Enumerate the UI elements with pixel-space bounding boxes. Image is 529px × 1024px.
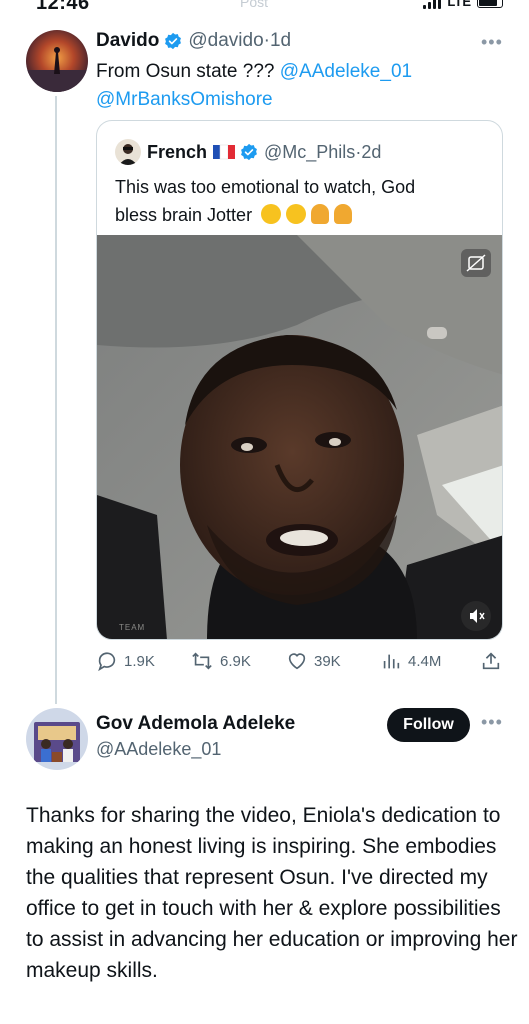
quote-verified-badge-icon [241,143,257,161]
follow-button[interactable]: Follow [387,708,470,742]
verified-badge-icon [165,32,182,50]
tweet1-time[interactable]: 1d [270,30,291,52]
quote-avatar[interactable] [115,139,141,165]
video-frame-image [97,235,502,639]
tweet2-handle[interactable]: @AAdeleke_01 [96,739,221,760]
analytics-icon [383,654,400,669]
video-watermark: ТЕАМ [119,623,146,632]
view-count: 4.4M [408,652,442,670]
status-center-label: Post [240,0,269,10]
quote-handle[interactable]: @Mc_Phils [264,142,355,163]
folded-hands-emoji-icon [311,204,330,224]
captions-off-icon [466,254,486,272]
quote-video[interactable]: ТЕАМ [97,235,502,639]
quote-time[interactable]: 2d [361,142,381,163]
quote-avatar-image [115,139,141,165]
share-button[interactable] [480,650,502,672]
tweet1-actions: 1.9K 6.9K 39K 4.4M [96,650,506,676]
avatar-adeleke[interactable] [26,708,88,770]
avatar-davido[interactable] [26,30,88,92]
reply-button[interactable]: 1.9K [96,650,155,672]
reply-count: 1.9K [124,652,155,670]
status-time: 12:46 [36,0,90,14]
tweet1-text-prefix: From Osun state ??? [96,61,280,82]
quote-text: This was too emotional to watch, God ble… [115,173,495,229]
heart-icon [288,653,306,670]
folded-hands-emoji-icon [334,204,353,224]
repost-icon [192,652,212,670]
tweet1-author-name[interactable]: Davido [96,30,159,52]
tweet1-text: From Osun state ??? @AAdeleke_01 @MrBank… [96,58,506,114]
quote-author-name[interactable]: French [147,142,207,163]
status-bar: 12:46 Post LTE [0,0,529,18]
share-icon [482,652,500,670]
reply-icon [98,652,116,672]
like-count: 39K [314,652,341,670]
quote-header: French @Mc_Phils · 2d [115,139,381,165]
avatar-image [26,30,88,92]
thread-connector-line [55,96,57,704]
network-label: LTE [447,0,471,9]
tweet2-more-icon[interactable]: ••• [481,712,503,733]
quoted-tweet-card[interactable]: French @Mc_Phils · 2d This was too emoti… [96,120,503,640]
status-indicators: LTE [423,0,503,9]
tweet2-body-text: Thanks for sharing the video, Eniola's d… [26,804,518,982]
views-button[interactable]: 4.4M [380,650,441,672]
weary-face-emoji-icon [261,204,282,224]
weary-face-emoji-icon [286,204,307,224]
battery-icon [477,0,503,8]
france-flag-icon [213,144,236,160]
quote-text-line1: This was too emotional to watch, God [115,177,416,197]
tweet1-handle[interactable]: @davido [188,30,263,52]
signal-icon [423,0,442,9]
speaker-muted-icon [470,609,485,623]
tweet2-author-name[interactable]: Gov Ademola Adeleke [96,713,295,735]
avatar-adeleke-image [26,708,88,770]
tweet1-mention-adeleke[interactable]: @AAdeleke_01 [280,61,412,82]
tweet1-header: Davido @davido · 1d [96,30,291,52]
video-settings-button[interactable] [461,249,491,277]
repost-count: 6.9K [220,652,251,670]
tweet1-more-icon[interactable]: ••• [481,32,503,53]
mute-button[interactable] [461,601,491,631]
like-button[interactable]: 39K [286,650,341,672]
tweet1-mention-banks[interactable]: @MrBanksOmishore [96,89,273,110]
quote-text-line2: bless brain Jotter [115,205,253,225]
repost-button[interactable]: 6.9K [190,650,251,672]
